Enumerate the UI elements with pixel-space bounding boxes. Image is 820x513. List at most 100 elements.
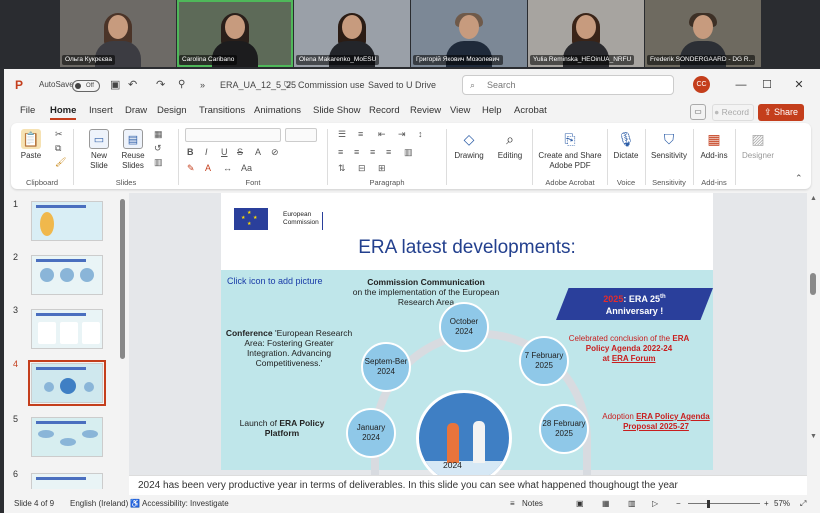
video-tile[interactable]: Frederik SONDERGAARD - DG R... <box>645 0 761 67</box>
zoom-in-icon[interactable]: + <box>764 495 769 513</box>
slide-thumbnail[interactable] <box>31 309 103 349</box>
tab-view[interactable]: View <box>450 105 470 116</box>
bullets-icon[interactable]: ☰ <box>338 129 346 140</box>
sensitivity-label[interactable]: Commission use <box>298 69 365 101</box>
slide-title[interactable]: ERA latest developments: <box>221 237 713 259</box>
bubble-28-february-2025[interactable]: 28 February 2025 <box>539 404 589 454</box>
designer-button[interactable]: ▨ Designer <box>738 129 778 161</box>
font-size-dropdown[interactable] <box>285 128 317 142</box>
video-tile[interactable]: Ольга Кукрєєва <box>60 0 176 67</box>
reading-view-icon[interactable]: ▥ <box>628 495 636 513</box>
new-slide-button[interactable]: ▭ New Slide <box>84 129 114 171</box>
highlight-icon[interactable]: ✎ <box>187 163 195 174</box>
align-center-icon[interactable]: ≡ <box>354 147 359 157</box>
adoption-text[interactable]: Adoption ERA Policy Agenda Proposal 2025… <box>596 412 716 432</box>
change-case-icon[interactable]: Aa <box>241 163 252 173</box>
undo-icon[interactable]: ↶ <box>128 69 137 101</box>
scroll-up-icon[interactable]: ▲ <box>810 195 817 202</box>
comment-icon[interactable]: ▭ <box>690 104 706 120</box>
font-name-dropdown[interactable] <box>185 128 281 142</box>
slide-thumbnail[interactable] <box>31 201 103 241</box>
text-direction-icon[interactable]: ⇅ <box>338 163 346 174</box>
fit-slide-icon[interactable]: ⤢ <box>800 495 806 513</box>
avatar[interactable]: CC <box>693 76 710 93</box>
drawing-button[interactable]: ◇ Drawing <box>451 129 487 161</box>
normal-view-icon[interactable]: ▣ <box>576 495 584 513</box>
slide-sorter-icon[interactable]: ▦ <box>602 495 610 513</box>
tab-animations[interactable]: Animations <box>254 105 301 116</box>
picture-placeholder[interactable]: Click icon to add picture <box>227 276 323 286</box>
slide[interactable]: ★ ★ ★ ★ European Commission ERA latest devel… <box>221 193 716 486</box>
accessibility-status[interactable]: Accessibility: Investigate <box>142 495 229 513</box>
slide-thumbnail-selected[interactable] <box>28 360 106 406</box>
collapse-ribbon-icon[interactable]: ⌃ <box>795 173 803 184</box>
tab-acrobat[interactable]: Acrobat <box>514 105 547 116</box>
reuse-slides-button[interactable]: ▤ Reuse Slides <box>118 129 148 171</box>
char-spacing-icon[interactable]: ↔ <box>223 163 232 173</box>
bold-button[interactable]: B <box>187 147 194 157</box>
close-button[interactable]: ✕ <box>786 69 812 101</box>
line-spacing-icon[interactable]: ↕ <box>418 129 423 139</box>
italic-button[interactable]: I <box>205 147 208 157</box>
share-button[interactable]: ⇪ Share <box>758 104 804 121</box>
section-icon[interactable]: ▥ <box>154 157 163 168</box>
dictate-button[interactable]: 🎙 Dictate <box>608 129 644 161</box>
video-tile[interactable]: Olena Makarenko_MoESU <box>294 0 410 67</box>
save-status[interactable]: Saved to U Drive <box>368 69 436 101</box>
font-size-grow-button[interactable]: A <box>255 147 261 157</box>
bubble-september-2024[interactable]: Septem-Ber 2024 <box>361 342 411 392</box>
slide-thumbnail[interactable] <box>31 417 103 457</box>
smartart-icon[interactable]: ⊞ <box>378 163 386 174</box>
video-tile-active[interactable]: Carolina Caribano <box>177 0 293 67</box>
layout-icon[interactable]: ▦ <box>154 129 163 140</box>
conference-text[interactable]: Conference 'European Research Area: Fost… <box>225 328 353 368</box>
video-tile[interactable]: Григорій Якович Мозолевич <box>411 0 527 67</box>
zoom-out-icon[interactable]: − <box>676 495 681 513</box>
bubble-january-2024[interactable]: January 2024 <box>346 408 396 458</box>
zoom-slider-knob[interactable] <box>707 500 710 508</box>
tab-slide-show[interactable]: Slide Show <box>313 105 361 116</box>
increase-indent-icon[interactable]: ⇥ <box>398 129 406 140</box>
minimize-button[interactable]: — <box>728 69 754 101</box>
celebrated-text[interactable]: Celebrated conclusion of the ERA Policy … <box>559 334 699 364</box>
slide-thumbnail[interactable] <box>31 473 103 489</box>
tab-record[interactable]: Record <box>369 105 400 116</box>
create-share-pdf-button[interactable]: ⎘ Create and Share Adobe PDF <box>535 129 605 171</box>
slideshow-icon[interactable]: ▷ <box>652 495 658 513</box>
cut-icon[interactable]: ✂ <box>55 129 63 140</box>
justify-icon[interactable]: ≡ <box>386 147 391 157</box>
tab-home[interactable]: Home <box>50 105 77 120</box>
tab-file[interactable]: File <box>20 105 35 116</box>
tab-transitions[interactable]: Transitions <box>199 105 245 116</box>
copy-icon[interactable]: ⧉ <box>55 143 61 154</box>
underline-button[interactable]: U <box>221 147 228 157</box>
notes-button[interactable]: Notes <box>522 495 543 513</box>
scroll-down-icon[interactable]: ▼ <box>810 433 817 440</box>
customize-icon[interactable]: ⚲ <box>178 69 185 101</box>
bubble-7-february-2025[interactable]: 7 February 2025 <box>519 336 569 386</box>
more-commands-icon[interactable]: » <box>200 69 205 101</box>
align-right-icon[interactable]: ≡ <box>370 147 375 157</box>
record-button[interactable]: ● Record <box>712 104 754 121</box>
tab-insert[interactable]: Insert <box>89 105 113 116</box>
commission-communication-text[interactable]: Commission Communication on the implement… <box>341 277 511 307</box>
decrease-indent-icon[interactable]: ⇤ <box>378 129 386 140</box>
slide-scrollbar[interactable]: ▲ ▼ <box>807 193 820 495</box>
tab-help[interactable]: Help <box>482 105 502 116</box>
language-status[interactable]: English (Ireland) <box>70 495 128 513</box>
add-ins-button[interactable]: ▦ Add-ins <box>696 129 732 161</box>
reset-icon[interactable]: ↺ <box>154 143 162 154</box>
slide-thumbnail[interactable] <box>31 255 103 295</box>
anniversary-banner[interactable]: 2025: ERA 25th Anniversary ! <box>556 288 713 320</box>
format-painter-icon[interactable]: 🖌 <box>55 157 66 168</box>
bubble-october-2024[interactable]: October 2024 <box>439 302 489 352</box>
save-icon[interactable]: ▣ <box>110 69 120 101</box>
zoom-level[interactable]: 57% <box>774 495 790 513</box>
numbering-icon[interactable]: ≡ <box>358 129 363 139</box>
thumbnail-scrollbar[interactable] <box>120 199 125 359</box>
tab-draw[interactable]: Draw <box>125 105 147 116</box>
video-tile[interactable]: Yulia Reminska_HEOinUA_NRFU <box>528 0 644 67</box>
search-box[interactable]: ⌕ Search <box>462 75 674 95</box>
strikethrough-button[interactable]: S <box>237 147 243 157</box>
autosave-toggle[interactable]: Off <box>72 80 100 92</box>
